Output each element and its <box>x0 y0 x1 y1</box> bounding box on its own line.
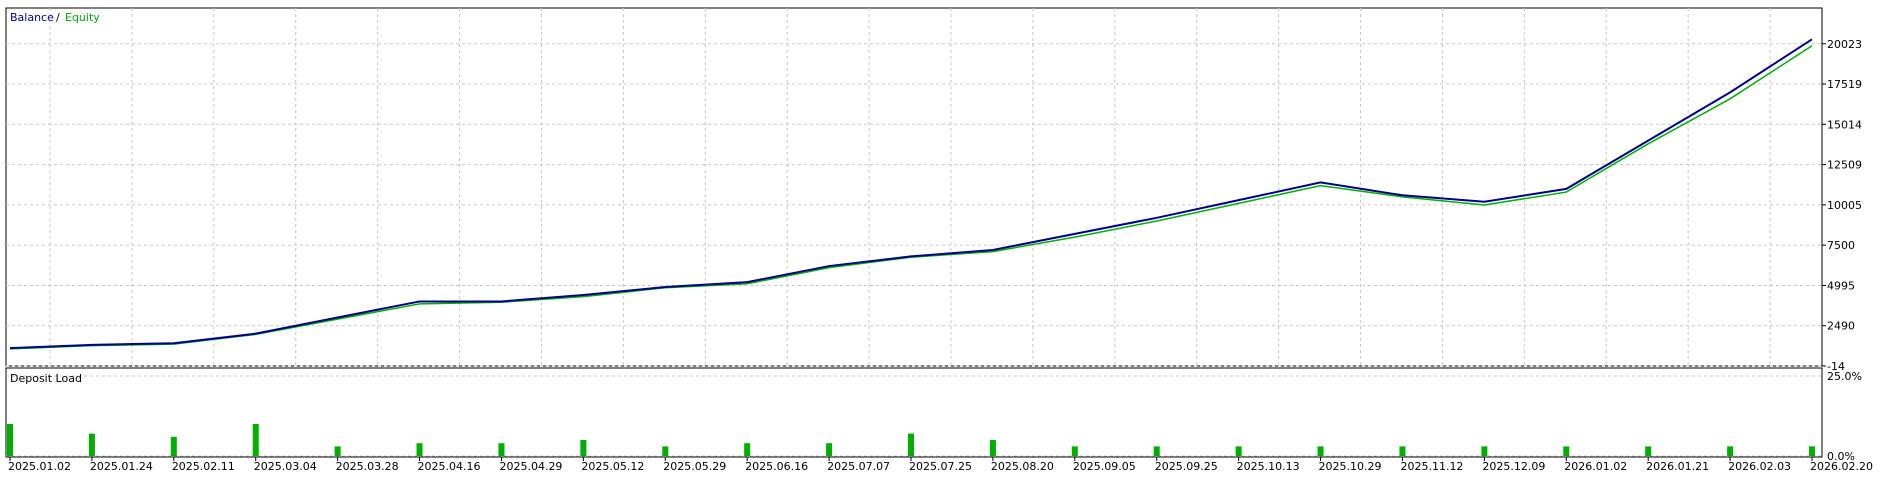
chart-canvas: 2002317519150141250910005750049952490-14… <box>5 7 1873 473</box>
x-tick-label: 2025.02.11 <box>172 460 235 473</box>
deposit-load-y-tick-label: 25.0% <box>1827 370 1862 383</box>
x-tick-label: 2025.10.13 <box>1237 460 1300 473</box>
equity-y-tick-label: 7500 <box>1827 239 1855 252</box>
deposit-load-bar <box>826 443 833 456</box>
deposit-load-bar <box>1317 446 1324 456</box>
deposit-load-bar <box>416 443 423 456</box>
x-tick-label: 2026.02.20 <box>1810 460 1873 473</box>
deposit-load-bar <box>1809 446 1815 456</box>
deposit-load-bar <box>1645 446 1652 456</box>
deposit-load-bar <box>498 443 505 456</box>
deposit-load-bar <box>1481 446 1488 456</box>
equity-panel: 2002317519150141250910005750049952490-14… <box>5 7 1862 373</box>
deposit-load-panel: 25.0%0.0% Deposit Load <box>5 367 1862 463</box>
deposit-load-y-axis: 25.0%0.0% <box>1827 370 1862 463</box>
deposit-load-title: Deposit Load <box>10 372 82 385</box>
deposit-load-bar <box>744 443 751 456</box>
deposit-load-bar <box>170 436 177 456</box>
deposit-load-bar <box>1071 446 1078 456</box>
x-tick-label: 2025.04.16 <box>418 460 481 473</box>
x-tick-label: 2025.03.04 <box>254 460 317 473</box>
equity-y-axis: 2002317519150141250910005750049952490-14 <box>1822 38 1862 373</box>
deposit-load-bar <box>88 433 95 456</box>
equity-y-tick-label: 2490 <box>1827 320 1855 333</box>
deposit-load-bar <box>1153 446 1160 456</box>
x-tick-label: 2025.05.12 <box>581 460 644 473</box>
x-tick-label: 2025.09.25 <box>1155 460 1218 473</box>
x-tick-label: 2025.05.29 <box>663 460 726 473</box>
x-tick-label: 2025.01.24 <box>90 460 153 473</box>
deposit-load-bar <box>580 440 587 456</box>
x-tick-label: 2025.11.12 <box>1400 460 1463 473</box>
equity-y-tick-label: 15014 <box>1827 118 1862 131</box>
deposit-load-bar <box>252 424 259 456</box>
x-tick-label: 2025.07.07 <box>827 460 890 473</box>
deposit-load-bar <box>1727 446 1734 456</box>
deposit-load-bar <box>908 433 914 456</box>
deposit-load-bar <box>989 440 996 456</box>
equity-y-tick-label: 10005 <box>1827 199 1862 212</box>
deposit-load-bar <box>1399 446 1406 456</box>
x-tick-label: 2025.12.09 <box>1482 460 1545 473</box>
equity-y-tick-label: 17519 <box>1827 78 1862 91</box>
x-tick-label: 2025.06.16 <box>745 460 808 473</box>
x-tick-label: 2026.01.21 <box>1646 460 1709 473</box>
x-tick-label: 2025.09.05 <box>1073 460 1136 473</box>
deposit-load-bar <box>334 446 341 456</box>
equity-y-tick-label: 20023 <box>1827 38 1862 51</box>
deposit-load-bar <box>7 424 13 456</box>
deposit-load-bar <box>1235 446 1242 456</box>
x-tick-label: 2025.03.28 <box>336 460 399 473</box>
x-tick-label: 2026.02.03 <box>1728 460 1791 473</box>
x-tick-label: 2025.07.25 <box>909 460 972 473</box>
legend-separator: / <box>56 11 60 24</box>
deposit-load-bar <box>1563 446 1570 456</box>
x-tick-label: 2026.01.02 <box>1564 460 1627 473</box>
x-axis: 2025.01.02 2025.01.24 2025.02.11 2025.03.04… <box>8 457 1873 473</box>
equity-y-tick-label: 4995 <box>1827 279 1855 292</box>
x-tick-label: 2025.04.29 <box>499 460 562 473</box>
x-tick-label: 2025.08.20 <box>991 460 1054 473</box>
equity-y-tick-label: 12509 <box>1827 159 1862 172</box>
legend-equity: Equity <box>65 11 100 24</box>
deposit-load-bar <box>662 446 669 456</box>
x-tick-label: 2025.10.29 <box>1319 460 1382 473</box>
x-tick-label: 2025.01.02 <box>8 460 71 473</box>
legend-balance: Balance <box>10 11 54 24</box>
equity-panel-frame <box>5 7 1823 367</box>
